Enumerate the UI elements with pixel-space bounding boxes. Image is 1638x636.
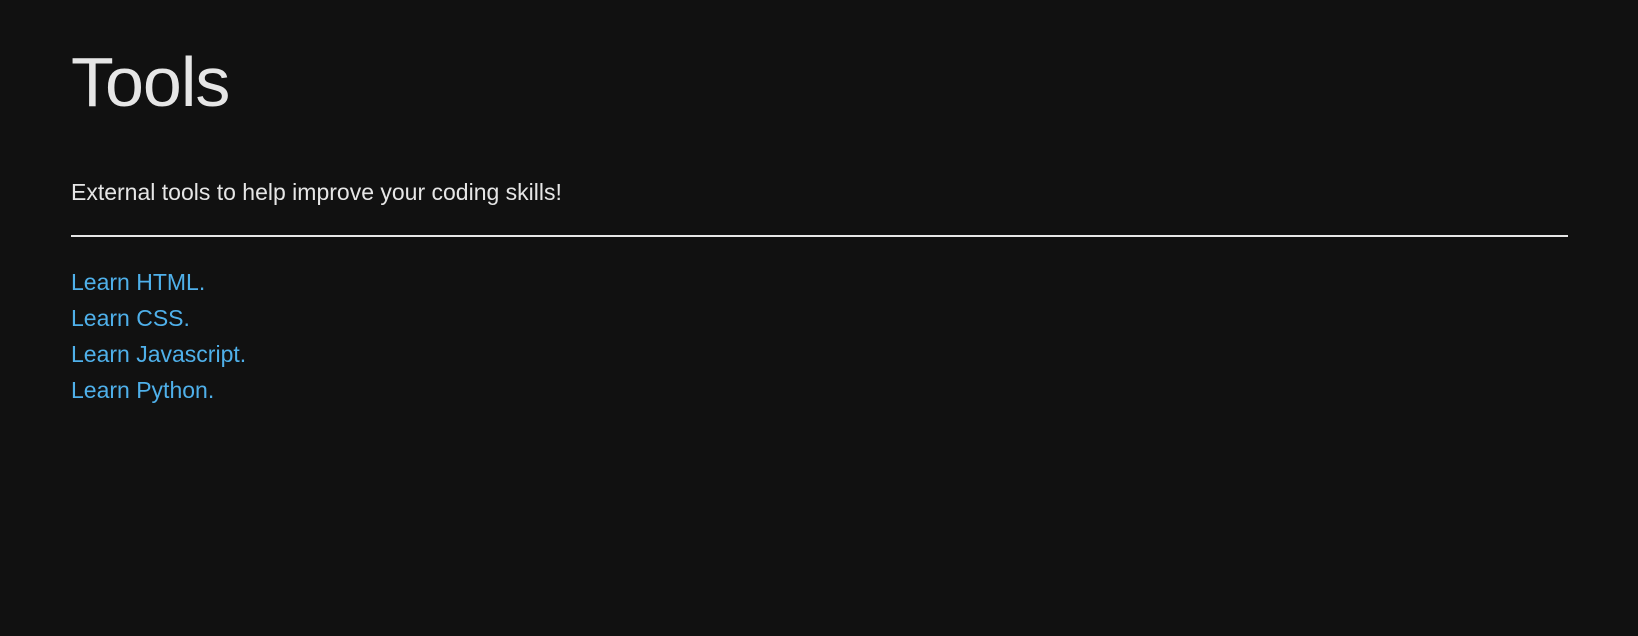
list-item: Learn HTML. xyxy=(71,264,246,300)
list-item: Learn Python. xyxy=(71,372,246,408)
page-subtitle: External tools to help improve your codi… xyxy=(71,179,562,205)
learn-javascript-link[interactable]: Learn Javascript. xyxy=(71,341,246,367)
tools-page: Tools External tools to help improve you… xyxy=(0,0,1638,636)
learn-css-link[interactable]: Learn CSS. xyxy=(71,305,190,331)
list-item: Learn Javascript. xyxy=(71,336,246,372)
learn-html-link[interactable]: Learn HTML. xyxy=(71,269,205,295)
learn-python-link[interactable]: Learn Python. xyxy=(71,377,214,403)
page-title: Tools xyxy=(71,43,230,121)
tool-links-list: Learn HTML. Learn CSS. Learn Javascript.… xyxy=(71,264,246,408)
list-item: Learn CSS. xyxy=(71,300,246,336)
section-divider xyxy=(71,235,1568,237)
